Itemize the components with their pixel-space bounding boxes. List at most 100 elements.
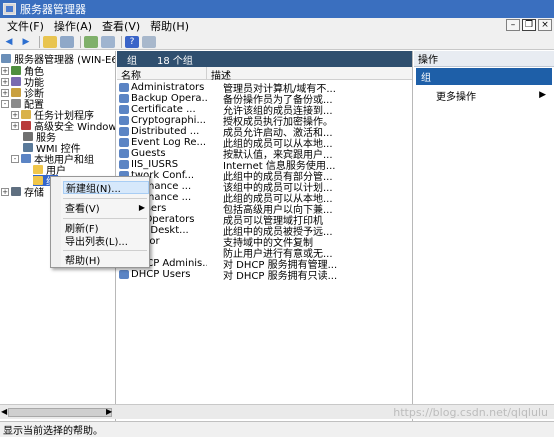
submenu-arrow-icon: ▶ [539,90,546,100]
group-icon [119,83,129,92]
tree-item-server-manager[interactable]: 服务器管理器 (WIN-E63E [1,53,115,66]
group-icon [119,160,129,169]
group-description: 对 DHCP 服务拥有只读... [223,271,338,282]
menu-file[interactable]: 文件(F) [2,18,49,34]
group-name: IIS_IUSRS [131,159,179,170]
toolbar-divider [121,35,122,48]
menu-action[interactable]: 操作(A) [49,18,97,34]
expand-icon[interactable]: + [11,121,19,130]
scroll-thumb[interactable] [8,408,112,417]
collapse-icon[interactable]: - [1,99,9,108]
group-icon [119,127,129,136]
services-icon [23,132,33,141]
expand-icon[interactable]: + [11,110,19,119]
diagnostics-icon [11,88,21,97]
context-menu: 新建组(N)... 查看(V) ▶ 刷新(F) 导出列表(L)... 帮助(H) [50,176,150,268]
actions-pane: 操作 组 更多操作 ▶ [414,51,554,421]
groups-header: 组 18 个组 [117,51,412,67]
scroll-right-icon[interactable]: ▶ [106,407,112,416]
context-new-group[interactable]: 新建组(N)... [63,181,149,195]
actions-header: 操作 [414,51,554,67]
features-icon [11,77,21,86]
list-column-header: 名称 描述 [117,67,412,82]
firewall-icon [21,121,31,130]
toolbar-divider [80,35,81,48]
refresh-icon[interactable] [84,35,98,48]
mdi-controls: – ❐ × [504,19,552,31]
server-icon [1,54,11,63]
group-name: Administrators [131,82,205,93]
up-folder-icon[interactable] [43,35,57,48]
group-icon [119,116,129,125]
groups-list-pane: 组 18 个组 名称 描述 Administrators 管理员对计算机/域有不.… [117,51,413,421]
show-tree-icon[interactable] [60,35,74,48]
context-help[interactable]: 帮助(H) [63,253,149,267]
submenu-arrow-icon: ▶ [138,203,145,212]
context-item-label: 帮助(H) [65,256,101,267]
expand-icon[interactable]: + [1,187,9,196]
context-item-label: 导出列表(L)... [65,237,128,248]
configuration-icon [11,99,21,108]
group-name: Event Log Re... [131,137,207,148]
back-arrow-icon[interactable]: ◀ [2,36,16,48]
group-name: Backup Opera... [131,93,207,104]
toolbar: ◀ ▶ ? [0,34,554,50]
wmi-control-icon [23,143,33,152]
more-actions-label: 更多操作 [436,91,476,103]
export-list-icon[interactable] [101,35,115,48]
menu-view[interactable]: 查看(V) [97,18,145,34]
group-icon [119,105,129,114]
expand-icon[interactable]: + [1,88,9,97]
minimize-icon[interactable]: – [506,19,520,31]
table-row[interactable]: DHCP Users 对 DHCP 服务拥有只读... [117,269,412,282]
scroll-left-icon[interactable]: ◀ [1,407,7,416]
toolbar-divider [39,35,40,48]
window-titlebar: 服务器管理器 [0,0,554,18]
column-description[interactable]: 描述 [207,67,412,82]
column-name[interactable]: 名称 [117,67,207,82]
group-icon [119,138,129,147]
context-separator [63,250,147,251]
server-manager-icon [3,3,16,15]
help-icon[interactable]: ? [125,35,139,48]
tree-item-firewall[interactable]: + 高级安全 Windows [11,120,115,133]
expand-icon[interactable]: + [1,77,9,86]
context-item-label: 新建组(N)... [66,184,121,195]
close-icon[interactable]: × [538,19,552,31]
collapse-icon[interactable]: - [11,154,19,163]
context-separator [63,198,147,199]
storage-icon [11,187,21,196]
group-name: DHCP Users [131,269,191,280]
context-export-list[interactable]: 导出列表(L)... [63,234,149,248]
group-name: Guests [131,148,166,159]
expand-icon[interactable]: + [1,66,9,75]
group-name: Distributed ... [131,126,200,137]
restore-icon[interactable]: ❐ [522,19,536,31]
menu-help[interactable]: 帮助(H) [145,18,194,34]
tree-item-label: 存储 [24,188,44,199]
group-name: Certificate ... [131,104,196,115]
menubar: 文件(F) 操作(A) 查看(V) 帮助(H) – ❐ × [0,18,554,34]
task-scheduler-icon [21,110,31,119]
context-item-label: 查看(V) [65,204,100,215]
groups-count: 18 个组 [157,55,193,67]
context-menu-gutter [51,177,61,267]
forward-arrow-icon[interactable]: ▶ [19,36,33,48]
users-groups-icon [21,154,31,163]
groups-header-title: 组 [127,55,137,67]
status-bar: 显示当前选择的帮助。 [0,421,554,437]
tree-item-storage[interactable]: + 存储 [1,186,44,199]
show-action-pane-icon[interactable] [142,35,156,48]
context-separator [63,218,147,219]
status-text: 显示当前选择的帮助。 [3,426,103,437]
group-name: Cryptographi... [131,115,206,126]
group-icon [119,94,129,103]
actions-group-header[interactable]: 组 [416,68,552,85]
context-view[interactable]: 查看(V) ▶ [63,201,149,215]
group-icon [119,149,129,158]
window-title: 服务器管理器 [20,3,86,16]
folder-icon [33,165,43,174]
watermark: https://blog.csdn.net/qlqlulu [393,406,548,419]
more-actions-item[interactable]: 更多操作 ▶ [436,89,550,103]
group-icon [119,270,129,279]
